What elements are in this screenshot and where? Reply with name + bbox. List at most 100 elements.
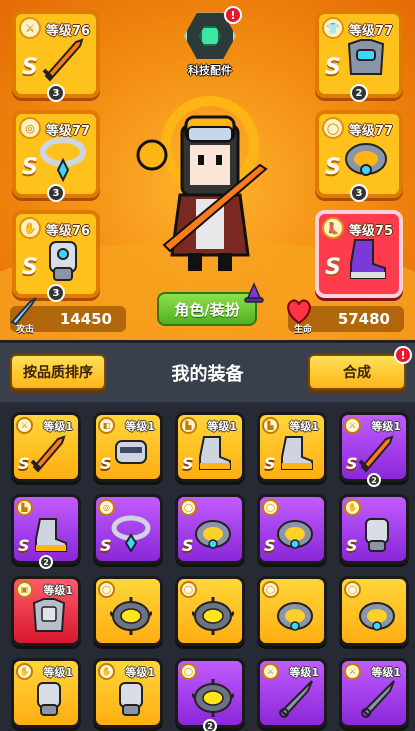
item-level: 等级1 (43, 584, 73, 597)
inventory-item[interactable]: ✋ S (339, 494, 409, 564)
equip-slot-gloves[interactable]: ✋ 等级76 S 3 (12, 210, 100, 302)
inventory-item[interactable]: ◯ S (175, 494, 245, 564)
boots-icon (281, 436, 313, 470)
inventory-item[interactable]: ✋ 等级1 (93, 658, 163, 728)
item-level: 等级1 (125, 666, 155, 679)
equip-slot-boots[interactable]: 👢 等级75 S (315, 210, 403, 298)
inventory-item[interactable]: ⚔ 等级1 (257, 658, 327, 728)
item-rank: S (264, 454, 276, 473)
gauntlet-icon (119, 682, 143, 716)
item-rank: S (182, 454, 194, 473)
item-stars: 2 (39, 555, 53, 569)
spiked-ring-icon (110, 597, 152, 635)
inventory-item[interactable]: ◯ (257, 576, 327, 646)
slot-stars: 2 (350, 84, 368, 102)
attack-caption: 攻击 (16, 325, 35, 335)
attack-stat: 攻击 14450 (10, 297, 126, 335)
spiked-ring-icon (192, 597, 234, 635)
inventory-item[interactable]: ▙ 等级1 S (175, 412, 245, 482)
tech-accessory-button[interactable]: 科技配件 ! (180, 6, 242, 88)
inventory-item[interactable]: ⚔ 等级1 (339, 658, 409, 728)
inventory-item[interactable]: ◯ (339, 576, 409, 646)
slot-stars: 3 (47, 84, 65, 102)
attack-value: 14450 (59, 310, 112, 328)
item-rank: S (18, 454, 30, 473)
kunai-icon (279, 680, 313, 718)
boots-icon (350, 239, 386, 279)
spiked-ring-icon (192, 679, 234, 717)
item-level: 等级1 (125, 420, 155, 433)
belt-icon (359, 602, 395, 631)
hp-stat: 生命 57480 (287, 299, 404, 335)
bracer-icon (115, 440, 147, 464)
belt-icon (277, 602, 313, 631)
inventory-item[interactable]: ◯ (175, 576, 245, 646)
inventory-item[interactable]: ⚔ 等级1 S (11, 412, 81, 482)
inventory-item[interactable]: ▣ 等级1 (11, 576, 81, 646)
inventory-title: 我的装备 (171, 364, 244, 385)
hero-character[interactable] (130, 95, 290, 275)
equip-slot-weapon[interactable]: ⚔ 等级76 S 3 (12, 10, 100, 102)
item-level: 等级1 (43, 666, 73, 679)
item-rank: S (346, 536, 358, 555)
gauntlet-icon (37, 682, 61, 716)
merge-alert-badge: ! (394, 346, 412, 364)
slot-rank: S (22, 155, 38, 180)
inventory-item[interactable]: ▙ S 2 (11, 494, 81, 569)
equip-slot-armor[interactable]: 👕 等级77 S 2 (315, 10, 403, 102)
kunai-icon (361, 680, 395, 718)
slot-stars: 3 (350, 184, 368, 202)
item-stars: 2 (367, 473, 381, 487)
item-rank: S (346, 454, 358, 473)
item-level: 等级1 (371, 666, 401, 679)
sword-icon (30, 435, 66, 473)
inventory-item[interactable]: ◧ 等级1 S (93, 412, 163, 482)
belt-icon (277, 520, 313, 549)
inventory-item[interactable]: ◯ S (257, 494, 327, 564)
sort-by-quality-button[interactable]: 按品质排序 (10, 354, 106, 390)
slot-rank: S (22, 255, 38, 280)
slot-stars: 3 (47, 184, 65, 202)
role-outfit-button[interactable]: 角色/装扮 (157, 282, 264, 326)
item-rank: S (264, 536, 276, 555)
slot-rank: S (325, 55, 341, 80)
item-level: 等级1 (289, 666, 319, 679)
belt-icon (345, 143, 387, 176)
hero-panel: ⚔ 等级76 S 3 ◎ 等级77 S 3 ✋ 等级76 S 3 👕 等级77 (0, 0, 415, 340)
inventory-item[interactable]: ▙ 等级1 S (257, 412, 327, 482)
equip-slot-necklace[interactable]: ◎ 等级77 S 3 (12, 110, 100, 202)
belt-icon (195, 520, 231, 549)
item-level: 等级1 (43, 420, 73, 433)
item-rank: S (100, 536, 112, 555)
slot-stars: 3 (47, 284, 65, 302)
item-stars: 2 (203, 719, 217, 731)
tech-alert-badge: ! (224, 6, 242, 24)
sort-by-quality-label: 按品质排序 (23, 365, 93, 381)
sword-icon (358, 435, 394, 473)
item-rank: S (182, 536, 194, 555)
item-level: 等级1 (371, 420, 401, 433)
item-level: 等级1 (207, 420, 237, 433)
slot-rank: S (325, 155, 341, 180)
inventory-item[interactable]: ⚔ 等级1 S 2 (339, 412, 409, 487)
inventory-grid: ⚔ 等级1 S ◧ 等级1 S ▙ 等级1 S ▙ 等级1 S ⚔ 等级1 S 2 ▙ S 2 ◎ S ◯ S ◯ S ✋ S ▣ 等级… (0, 402, 415, 731)
slot-rank: S (22, 55, 38, 80)
item-rank: S (18, 536, 30, 555)
inventory-item[interactable]: ◎ S (93, 494, 163, 564)
item-rank: S (100, 454, 112, 473)
inventory-item[interactable]: ◯ 2 (175, 658, 245, 731)
sword-icon (42, 38, 84, 82)
equip-slot-belt[interactable]: ◯ 等级77 S 3 (315, 110, 403, 202)
necklace-icon (111, 515, 151, 553)
boots-icon (199, 436, 231, 470)
boots-icon (35, 518, 67, 552)
role-outfit-label: 角色/装扮 (174, 300, 240, 319)
inventory-item[interactable]: ◯ (93, 576, 163, 646)
merge-label: 合成 (343, 365, 371, 381)
necklace-icon (40, 137, 86, 183)
merge-button[interactable]: 合成 ! (308, 346, 412, 390)
inventory-item[interactable]: ✋ 等级1 (11, 658, 81, 728)
armor-icon (32, 598, 66, 632)
slot-rank: S (325, 255, 341, 280)
hp-value: 57480 (337, 310, 390, 328)
